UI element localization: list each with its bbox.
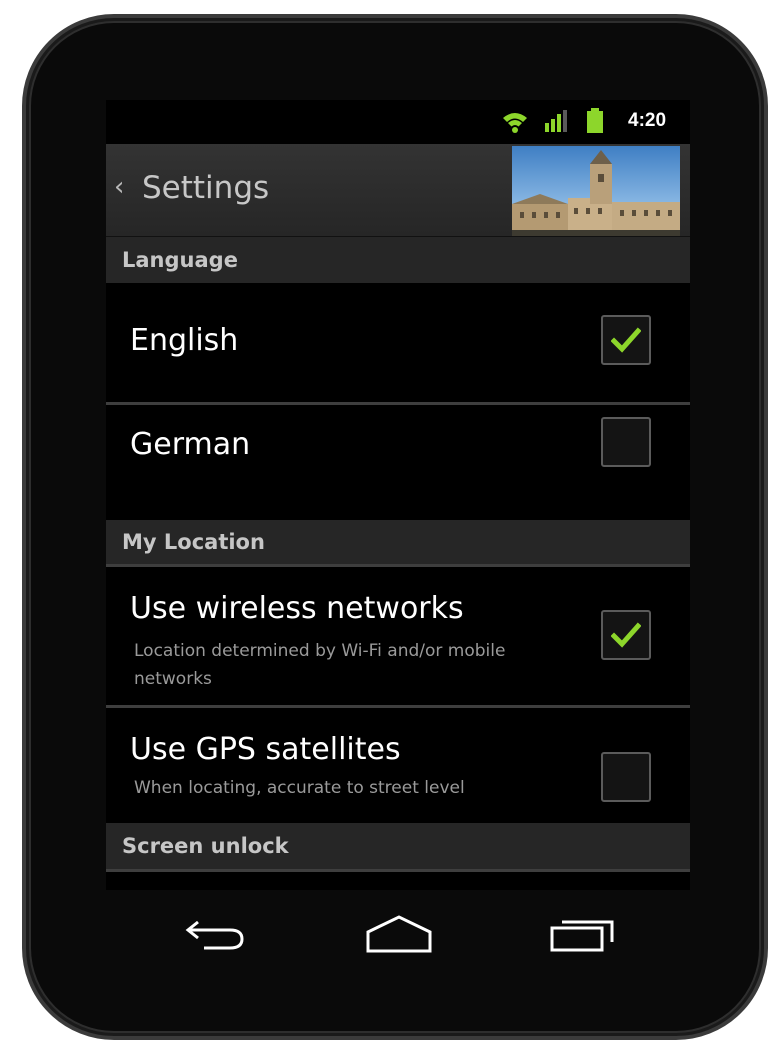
wireless-networks-checkbox[interactable] xyxy=(601,610,651,660)
german-checkbox[interactable] xyxy=(601,417,651,467)
section-header-my-location: My Location xyxy=(106,520,690,564)
signal-icon xyxy=(545,110,567,132)
list-item-wireless-networks[interactable]: Use wireless networks Location determine… xyxy=(106,567,690,705)
battery-icon xyxy=(587,108,603,133)
up-navigation-icon[interactable]: ‹ xyxy=(114,172,124,202)
option-summary: Location determined by Wi-Fi and/or mobi… xyxy=(134,641,506,689)
section-header-screen-unlock: Screen unlock xyxy=(106,823,690,869)
section-header-language: Language xyxy=(106,237,690,283)
option-label: Use GPS satellites xyxy=(130,732,401,767)
status-bar: 4:20 xyxy=(106,100,690,144)
screen: 4:20 ‹ Settings Language English German … xyxy=(106,100,690,890)
option-label: German xyxy=(130,427,251,462)
home-icon[interactable] xyxy=(364,914,434,954)
wifi-icon xyxy=(503,113,527,133)
gps-satellites-checkbox[interactable] xyxy=(601,752,651,802)
divider xyxy=(106,869,690,872)
status-time: 4:20 xyxy=(628,110,667,131)
back-icon[interactable] xyxy=(184,918,248,952)
header-photo xyxy=(512,146,680,236)
list-item-german[interactable]: German xyxy=(106,405,690,520)
option-label: English xyxy=(130,323,239,358)
check-icon xyxy=(611,327,641,353)
action-bar-title[interactable]: Settings xyxy=(142,170,269,206)
recent-apps-icon[interactable] xyxy=(548,914,618,954)
english-checkbox[interactable] xyxy=(601,315,651,365)
option-label: Use wireless networks xyxy=(130,591,464,626)
option-summary: When locating, accurate to street level xyxy=(134,778,465,798)
check-icon xyxy=(611,622,641,648)
list-item-english[interactable]: English xyxy=(106,283,690,403)
list-item-gps-satellites[interactable]: Use GPS satellites When locating, accura… xyxy=(106,708,690,823)
